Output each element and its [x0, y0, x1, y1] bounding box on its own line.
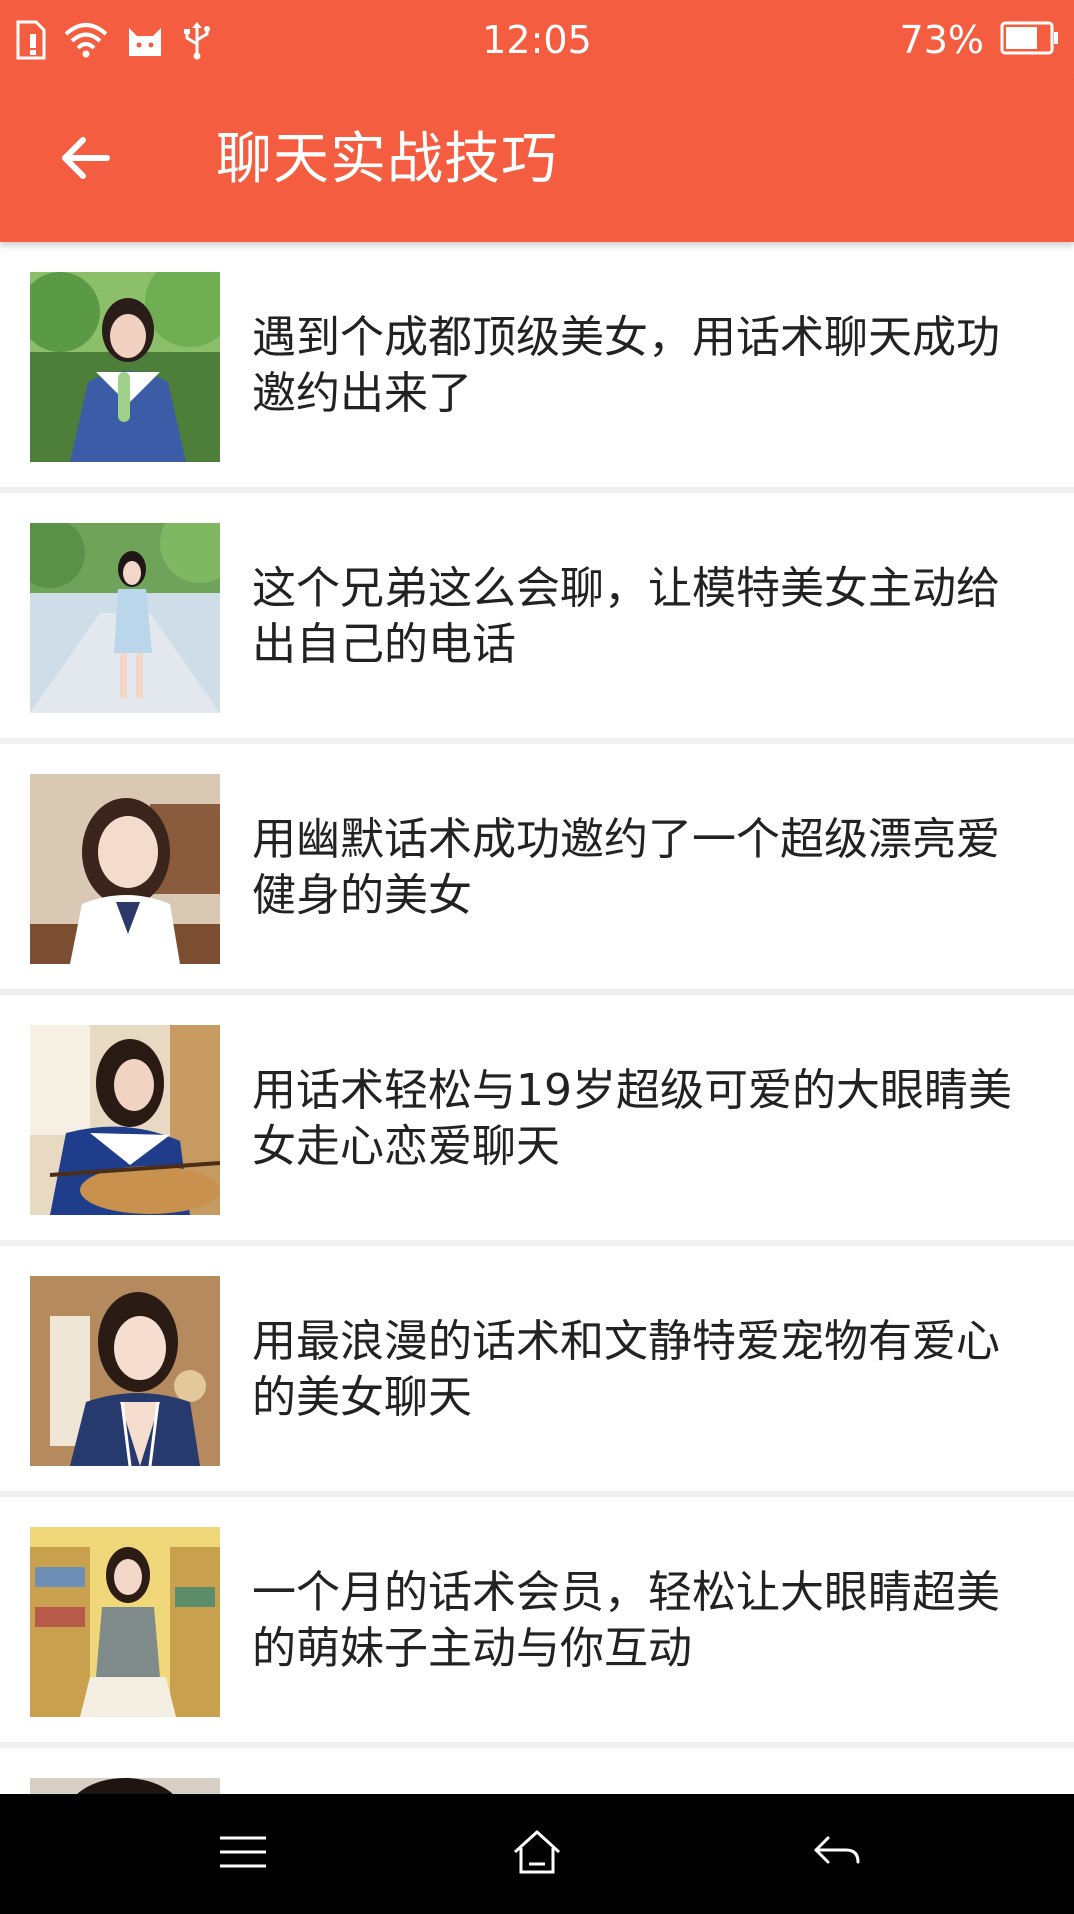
- back-icon: [810, 1832, 862, 1876]
- article-thumbnail: [30, 523, 220, 713]
- article-thumbnail: [30, 1527, 220, 1717]
- list-item[interactable]: 用最浪漫的话术和文静特爱宠物有爱心的美女聊天: [0, 1246, 1074, 1491]
- list-item[interactable]: 用幽默话术成功邀约了一个超级漂亮爱健身的美女: [0, 744, 1074, 989]
- app-bar: 聊天实战技巧: [0, 80, 1074, 242]
- screen: 12:05 73% 聊天实战技巧 遇到个成都顶级美女，用话术聊天成功邀约出来了 …: [0, 0, 1074, 1914]
- menu-icon: [218, 1834, 268, 1874]
- menu-button[interactable]: [193, 1816, 293, 1892]
- back-nav-button[interactable]: [786, 1816, 886, 1892]
- status-icons-right: 73%: [900, 16, 1060, 64]
- article-title: 这个兄弟这么会聊，让模特美女主动给出自己的电话: [252, 563, 1000, 670]
- article-title: 用最浪漫的话术和文静特爱宠物有爱心的美女聊天: [252, 1316, 1000, 1423]
- article-title: 用话术轻松与19岁超级可爱的大眼睛美女走心恋爱聊天: [252, 1065, 1012, 1172]
- article-list: 遇到个成都顶级美女，用话术聊天成功邀约出来了 这个兄弟这么会聊，让模特美女主动给: [0, 242, 1074, 1914]
- status-bar: 12:05 73%: [0, 0, 1074, 80]
- home-icon: [511, 1828, 563, 1880]
- list-item[interactable]: 遇到个成都顶级美女，用话术聊天成功邀约出来了: [0, 242, 1074, 487]
- article-title: 遇到个成都顶级美女，用话术聊天成功邀约出来了: [252, 312, 1000, 419]
- article-title: 用幽默话术成功邀约了一个超级漂亮爱健身的美女: [252, 814, 1000, 921]
- page-title: 聊天实战技巧: [216, 127, 558, 192]
- article-thumbnail: [30, 272, 220, 462]
- back-button[interactable]: [40, 120, 130, 200]
- list-item[interactable]: 用话术轻松与19岁超级可爱的大眼睛美女走心恋爱聊天: [0, 995, 1074, 1240]
- battery-icon: [1000, 21, 1060, 59]
- article-title: 一个月的话术会员，轻松让大眼睛超美的萌妹子主动与你互动: [252, 1567, 1000, 1674]
- article-thumbnail: [30, 774, 220, 964]
- list-item[interactable]: 一个月的话术会员，轻松让大眼睛超美的萌妹子主动与你互动: [0, 1497, 1074, 1742]
- article-thumbnail: [30, 1276, 220, 1466]
- battery-percentage: 73%: [899, 18, 984, 62]
- home-button[interactable]: [487, 1816, 587, 1892]
- navigation-bar: [0, 1794, 1074, 1914]
- back-arrow-icon: [59, 134, 111, 186]
- article-thumbnail: [30, 1025, 220, 1215]
- list-item[interactable]: 这个兄弟这么会聊，让模特美女主动给出自己的电话: [0, 493, 1074, 738]
